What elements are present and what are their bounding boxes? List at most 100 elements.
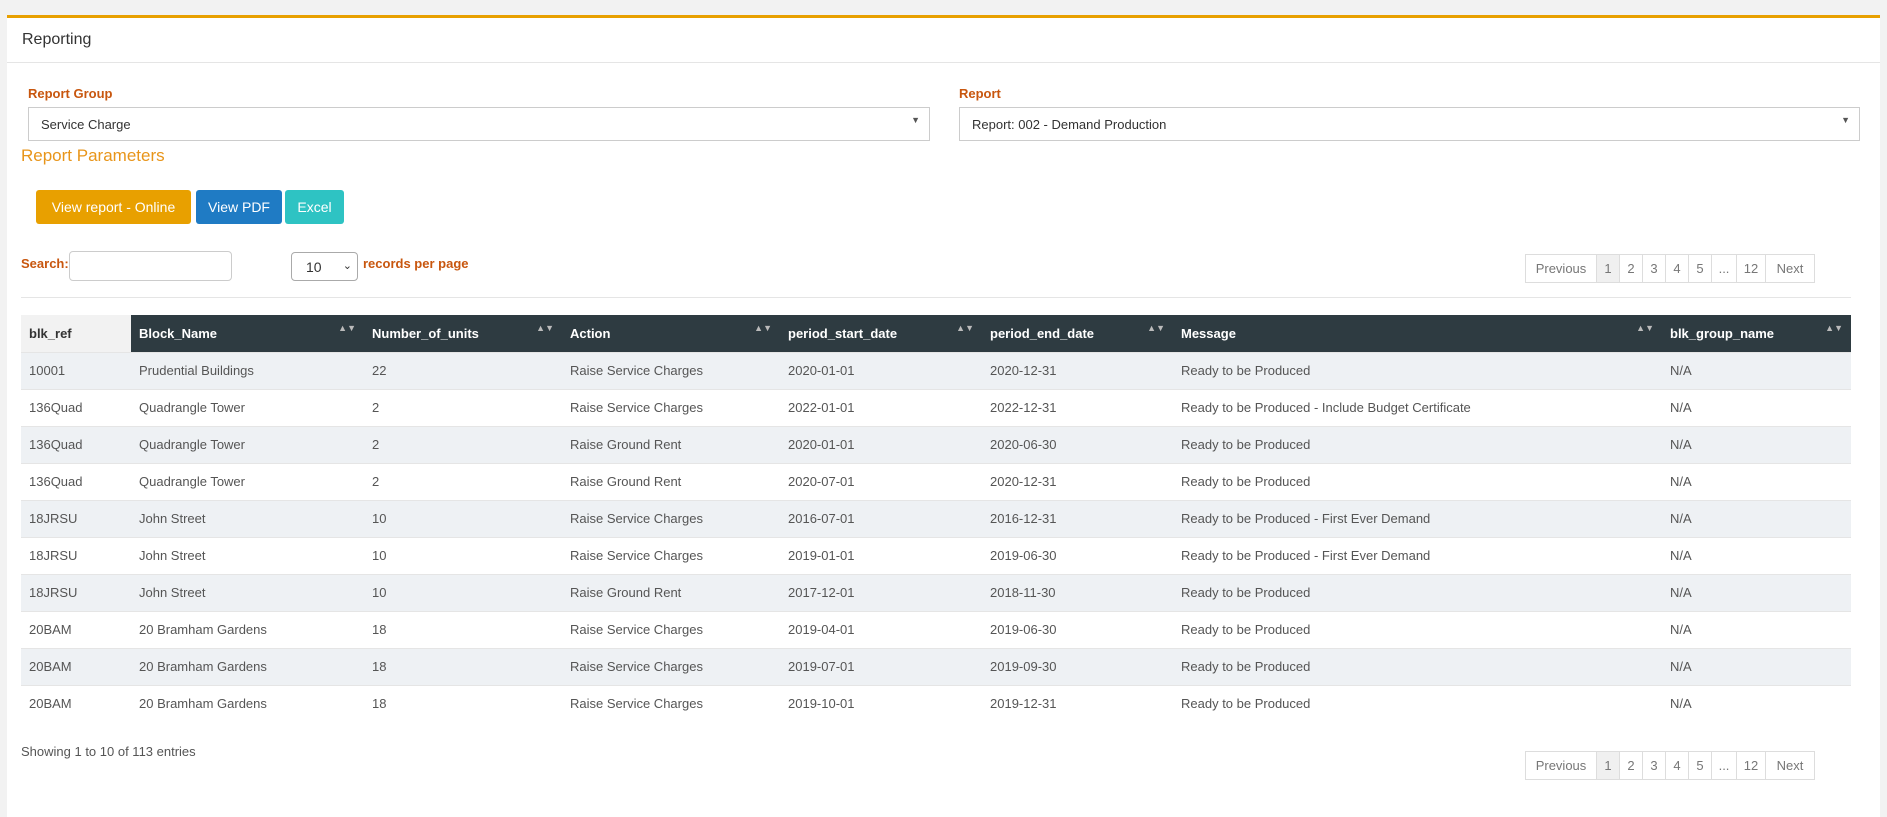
cell-block-name: Quadrangle Tower <box>131 462 364 500</box>
table-row[interactable]: 18JRSU John Street 10 Raise Ground Rent 2017… <box>21 573 1851 611</box>
page-button-1[interactable]: 1 <box>1596 254 1620 283</box>
table-row[interactable]: 18JRSU John Street 10 Raise Service Charges… <box>21 536 1851 574</box>
report-group-label: Report Group <box>28 86 113 101</box>
cell-number-of-units: 2 <box>364 462 562 500</box>
previous-page-button[interactable]: Previous <box>1525 254 1597 283</box>
sort-icon: ▲▼ <box>956 323 974 333</box>
table-row[interactable]: 136Quad Quadrangle Tower 2 Raise Ground Ren… <box>21 425 1851 463</box>
page-button-12[interactable]: 12 <box>1736 751 1766 780</box>
cell-period-start-date: 2019-10-01 <box>780 684 982 722</box>
column-header-label: blk_group_name <box>1670 325 1775 341</box>
cell-period-end-date: 2019-09-30 <box>982 647 1173 685</box>
search-label: Search: <box>21 256 69 271</box>
page-button-5[interactable]: 5 <box>1688 751 1712 780</box>
cell-blk-group-name: N/A <box>1662 462 1851 500</box>
caret-down-icon: ▼ <box>911 115 920 125</box>
table-row[interactable]: 10001 Prudential Buildings 22 Raise Service… <box>21 351 1851 389</box>
column-header-label: Number_of_units <box>372 325 479 341</box>
table-info: Showing 1 to 10 of 113 entries <box>21 744 196 759</box>
sort-icon: ▲▼ <box>1825 323 1843 333</box>
column-header-period-start-date[interactable]: period_start_date ▲▼ <box>780 315 982 352</box>
cell-blk-ref: 18JRSU <box>21 536 131 574</box>
page-button-4[interactable]: 4 <box>1665 751 1689 780</box>
next-page-button[interactable]: Next <box>1765 751 1815 780</box>
next-page-button[interactable]: Next <box>1765 254 1815 283</box>
pagination-top: Previous 1 2 3 4 5... 12 Next <box>1525 254 1815 283</box>
cell-action: Raise Service Charges <box>562 536 780 574</box>
sort-icon: ▲▼ <box>1147 323 1165 333</box>
page-button-4[interactable]: 4 <box>1665 254 1689 283</box>
cell-blk-group-name: N/A <box>1662 425 1851 463</box>
cell-blk-ref: 20BAM <box>21 684 131 722</box>
cell-blk-ref: 20BAM <box>21 647 131 685</box>
table-row[interactable]: 20BAM 20 Bramham Gardens 18 Raise Service C… <box>21 684 1851 722</box>
page-button-12[interactable]: 12 <box>1736 254 1766 283</box>
cell-message: Ready to be Produced <box>1173 647 1662 685</box>
cell-number-of-units: 10 <box>364 499 562 537</box>
page-button-3[interactable]: 3 <box>1642 751 1666 780</box>
cell-blk-ref: 20BAM <box>21 610 131 648</box>
cell-period-start-date: 2019-04-01 <box>780 610 982 648</box>
report-table: blk_ref Block_Name ▲▼ Number_of_units ▲▼ Acti… <box>21 315 1851 722</box>
column-header-label: Message <box>1181 325 1236 341</box>
cell-action: Raise Service Charges <box>562 610 780 648</box>
page-length-select[interactable]: 10 ⌄ <box>291 252 358 281</box>
report-group-select[interactable]: Service Charge ▼ <box>28 107 930 141</box>
report-parameters-title: Report Parameters <box>21 146 165 165</box>
column-header-number-of-units[interactable]: Number_of_units ▲▼ <box>364 315 562 352</box>
cell-blk-group-name: N/A <box>1662 351 1851 389</box>
cell-blk-ref: 136Quad <box>21 462 131 500</box>
table-header-row: blk_ref Block_Name ▲▼ Number_of_units ▲▼ Acti… <box>21 315 1851 352</box>
cell-blk-ref: 136Quad <box>21 425 131 463</box>
column-header-label: period_start_date <box>788 325 898 341</box>
column-header-action[interactable]: Action ▲▼ <box>562 315 780 352</box>
previous-page-button[interactable]: Previous <box>1525 751 1597 780</box>
cell-action: Raise Service Charges <box>562 499 780 537</box>
view-report-online-button[interactable]: View report - Online <box>36 190 191 224</box>
cell-blk-ref: 18JRSU <box>21 499 131 537</box>
column-header-blk-group-name[interactable]: blk_group_name ▲▼ <box>1662 315 1851 352</box>
report-value: Report: 002 - Demand Production <box>972 116 1167 132</box>
page-length-value: 10 <box>306 258 322 275</box>
column-header-blk-ref[interactable]: blk_ref <box>21 315 131 352</box>
table-row[interactable]: 20BAM 20 Bramham Gardens 18 Raise Service C… <box>21 647 1851 685</box>
page-button-3[interactable]: 3 <box>1642 254 1666 283</box>
cell-period-end-date: 2020-12-31 <box>982 462 1173 500</box>
report-select[interactable]: Report: 002 - Demand Production ▼ <box>959 107 1860 141</box>
table-row[interactable]: 18JRSU John Street 10 Raise Service Charges… <box>21 499 1851 537</box>
search-input[interactable] <box>69 251 232 281</box>
cell-number-of-units: 18 <box>364 610 562 648</box>
cell-message: Ready to be Produced <box>1173 351 1662 389</box>
cell-period-start-date: 2019-07-01 <box>780 647 982 685</box>
cell-blk-group-name: N/A <box>1662 499 1851 537</box>
table-row[interactable]: 136Quad Quadrangle Tower 2 Raise Service Ch… <box>21 388 1851 426</box>
column-header-message[interactable]: Message ▲▼ <box>1173 315 1662 352</box>
panel-heading: Reporting <box>7 18 1880 63</box>
cell-block-name: Quadrangle Tower <box>131 388 364 426</box>
records-per-page-label: records per page <box>363 256 469 271</box>
page-title: Reporting <box>22 31 92 48</box>
chevron-down-icon: ⌄ <box>342 260 352 272</box>
view-pdf-button[interactable]: View PDF <box>196 190 282 224</box>
cell-period-start-date: 2016-07-01 <box>780 499 982 537</box>
cell-blk-ref: 136Quad <box>21 388 131 426</box>
cell-block-name: Quadrangle Tower <box>131 425 364 463</box>
cell-message: Ready to be Produced <box>1173 425 1662 463</box>
pagination-ellipsis: ... <box>1711 254 1737 283</box>
cell-number-of-units: 18 <box>364 647 562 685</box>
table-row[interactable]: 20BAM 20 Bramham Gardens 18 Raise Service C… <box>21 610 1851 648</box>
cell-block-name: John Street <box>131 499 364 537</box>
cell-period-end-date: 2020-06-30 <box>982 425 1173 463</box>
cell-message: Ready to be Produced - First Ever Demand <box>1173 499 1662 537</box>
table-row[interactable]: 136Quad Quadrangle Tower 2 Raise Ground Ren… <box>21 462 1851 500</box>
column-header-period-end-date[interactable]: period_end_date ▲▼ <box>982 315 1173 352</box>
column-header-block-name[interactable]: Block_Name ▲▼ <box>131 315 364 352</box>
page-button-1[interactable]: 1 <box>1596 751 1620 780</box>
page-button-2[interactable]: 2 <box>1619 254 1643 283</box>
cell-number-of-units: 2 <box>364 425 562 463</box>
page-button-5[interactable]: 5 <box>1688 254 1712 283</box>
cell-period-start-date: 2022-01-01 <box>780 388 982 426</box>
column-header-label: period_end_date <box>990 325 1095 341</box>
excel-button[interactable]: Excel <box>285 190 344 224</box>
page-button-2[interactable]: 2 <box>1619 751 1643 780</box>
